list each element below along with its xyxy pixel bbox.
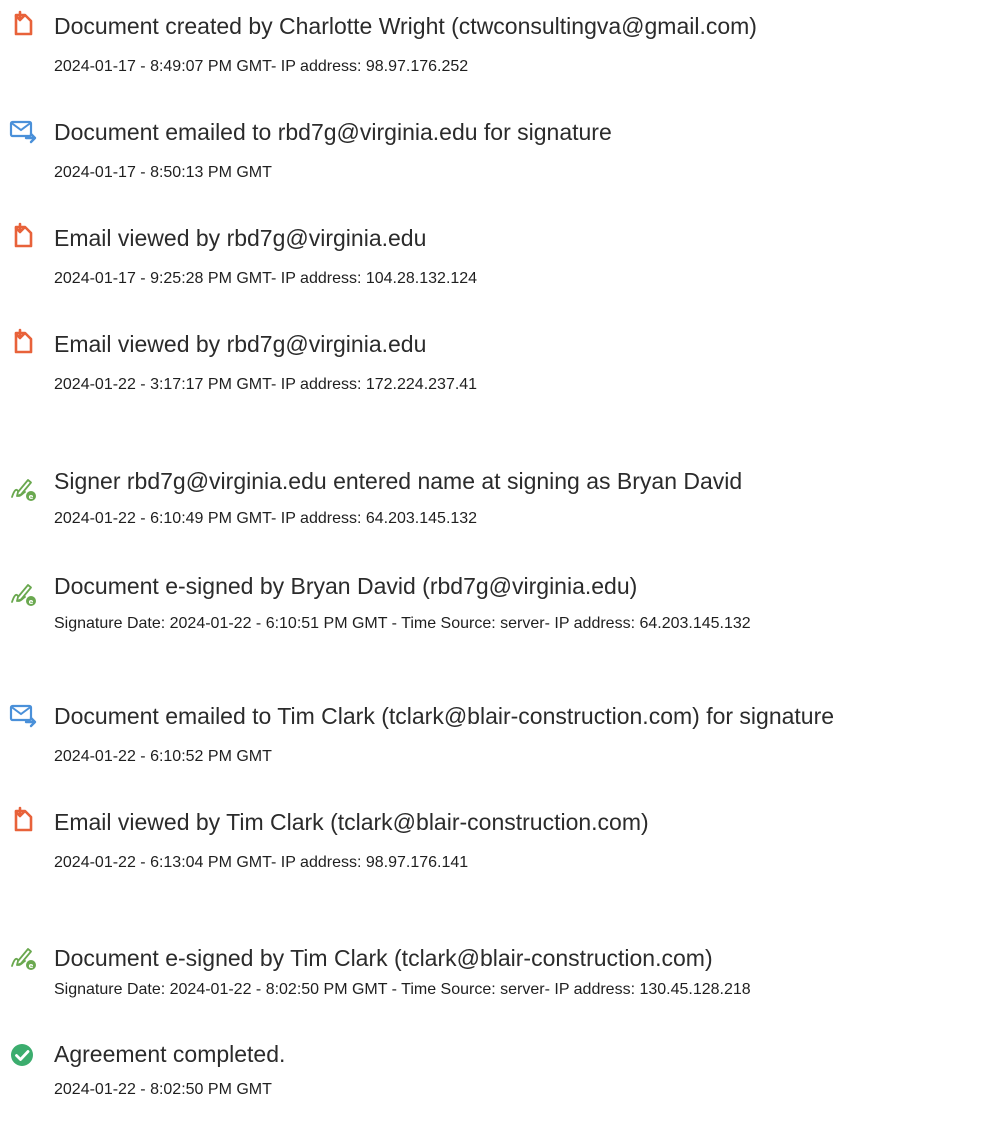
audit-event: e Signer rbd7g@virginia.edu entered name… — [0, 465, 984, 565]
signature-icon: e — [9, 580, 37, 608]
audit-event: e Document e-signed by Bryan David (rbd7… — [0, 570, 984, 670]
event-detail: 2024-01-22 - 6:10:49 PM GMT- IP address:… — [54, 510, 478, 527]
audit-event: e Document e-signed by Tim Clark (tclark… — [0, 942, 984, 1042]
svg-text:e: e — [29, 962, 34, 970]
audit-event: Email viewed by rbd7g@virginia.edu 2024-… — [0, 318, 984, 418]
svg-text:e: e — [29, 493, 34, 501]
event-detail: 2024-01-22 - 6:10:52 PM GMT — [54, 748, 272, 765]
event-title: Document e-signed by Tim Clark (tclark@b… — [54, 945, 713, 971]
event-title: Signer rbd7g@virginia.edu entered name a… — [54, 468, 743, 494]
event-title: Document created by Charlotte Wright (ct… — [54, 13, 757, 39]
event-detail: 2024-01-22 - 3:17:17 PM GMT- IP address:… — [54, 376, 478, 393]
event-detail: 2024-01-17 - 9:25:28 PM GMT- IP address:… — [54, 270, 478, 287]
event-title: Document emailed to Tim Clark (tclark@bl… — [54, 703, 835, 729]
document-icon — [9, 328, 37, 356]
event-title: Email viewed by rbd7g@virginia.edu — [54, 225, 427, 251]
document-icon — [9, 806, 37, 834]
event-detail: 2024-01-22 - 8:02:50 PM GMT — [54, 1081, 272, 1098]
email-icon — [9, 116, 37, 144]
check-circle-icon — [9, 1042, 37, 1070]
event-detail: Signature Date: 2024-01-22 - 6:10:51 PM … — [54, 615, 751, 632]
signature-icon: e — [9, 944, 37, 972]
audit-event: Email viewed by rbd7g@virginia.edu 2024-… — [0, 212, 984, 312]
event-detail: 2024-01-17 - 8:49:07 PM GMT- IP address:… — [54, 58, 469, 75]
event-title: Email viewed by rbd7g@virginia.edu — [54, 331, 427, 357]
signature-icon: e — [9, 475, 37, 503]
audit-event: Email viewed by Tim Clark (tclark@blair-… — [0, 796, 984, 896]
event-detail: Signature Date: 2024-01-22 - 8:02:50 PM … — [54, 981, 751, 998]
event-title: Email viewed by Tim Clark (tclark@blair-… — [54, 809, 649, 835]
document-icon — [9, 10, 37, 38]
audit-event: Document emailed to Tim Clark (tclark@bl… — [0, 690, 984, 790]
audit-event: Document created by Charlotte Wright (ct… — [0, 0, 984, 100]
event-detail: 2024-01-17 - 8:50:13 PM GMT — [54, 164, 272, 181]
event-title: Document e-signed by Bryan David (rbd7g@… — [54, 573, 638, 599]
svg-text:e: e — [29, 598, 34, 606]
audit-event: Agreement completed. 2024-01-22 - 8:02:5… — [0, 1036, 984, 1136]
event-title: Agreement completed. — [54, 1041, 286, 1067]
email-icon — [9, 700, 37, 728]
audit-event: Document emailed to rbd7g@virginia.edu f… — [0, 106, 984, 206]
event-detail: 2024-01-22 - 6:13:04 PM GMT- IP address:… — [54, 854, 469, 871]
document-icon — [9, 222, 37, 250]
event-title: Document emailed to rbd7g@virginia.edu f… — [54, 119, 612, 145]
